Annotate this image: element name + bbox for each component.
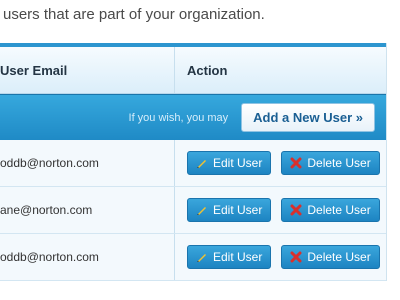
row-actions: Edit User Delete User — [174, 187, 386, 233]
edit-user-label: Edit User — [213, 250, 263, 264]
delete-user-label: Delete User — [307, 250, 371, 264]
users-table: User Email Action If you wish, you may A… — [0, 43, 387, 281]
delete-user-button[interactable]: Delete User — [281, 151, 380, 175]
pencil-icon — [196, 157, 208, 169]
edit-user-label: Edit User — [213, 156, 263, 170]
x-icon — [290, 157, 302, 169]
row-actions: Edit User Delete User — [174, 234, 386, 280]
user-email: oddb@norton.com — [0, 250, 99, 264]
x-icon — [290, 204, 302, 216]
user-email: ane@norton.com — [0, 203, 93, 217]
user-email: oddb@norton.com — [0, 156, 99, 170]
delete-user-label: Delete User — [307, 156, 371, 170]
delete-user-button[interactable]: Delete User — [281, 198, 380, 222]
column-header-action: Action — [174, 47, 386, 93]
table-header: User Email Action — [0, 47, 386, 94]
edit-user-button[interactable]: Edit User — [187, 198, 272, 222]
table-row: oddb@norton.com Edit User Delete User — [0, 234, 386, 281]
row-actions: Edit User Delete User — [174, 140, 386, 186]
add-new-user-button[interactable]: Add a New User » — [241, 103, 375, 132]
x-icon — [290, 251, 302, 263]
intro-text: users that are part of your organization… — [3, 6, 265, 23]
add-user-note: If you wish, you may — [128, 111, 229, 124]
edit-user-button[interactable]: Edit User — [187, 151, 272, 175]
pencil-icon — [196, 204, 208, 216]
table-row: oddb@norton.com Edit User Delete User — [0, 140, 386, 187]
delete-user-label: Delete User — [307, 203, 371, 217]
add-user-bar: If you wish, you may Add a New User » — [0, 94, 386, 140]
pencil-icon — [196, 251, 208, 263]
delete-user-button[interactable]: Delete User — [281, 245, 380, 269]
table-row: ane@norton.com Edit User Delete User — [0, 187, 386, 234]
column-header-email: User Email — [0, 62, 68, 78]
edit-user-label: Edit User — [213, 203, 263, 217]
edit-user-button[interactable]: Edit User — [187, 245, 272, 269]
